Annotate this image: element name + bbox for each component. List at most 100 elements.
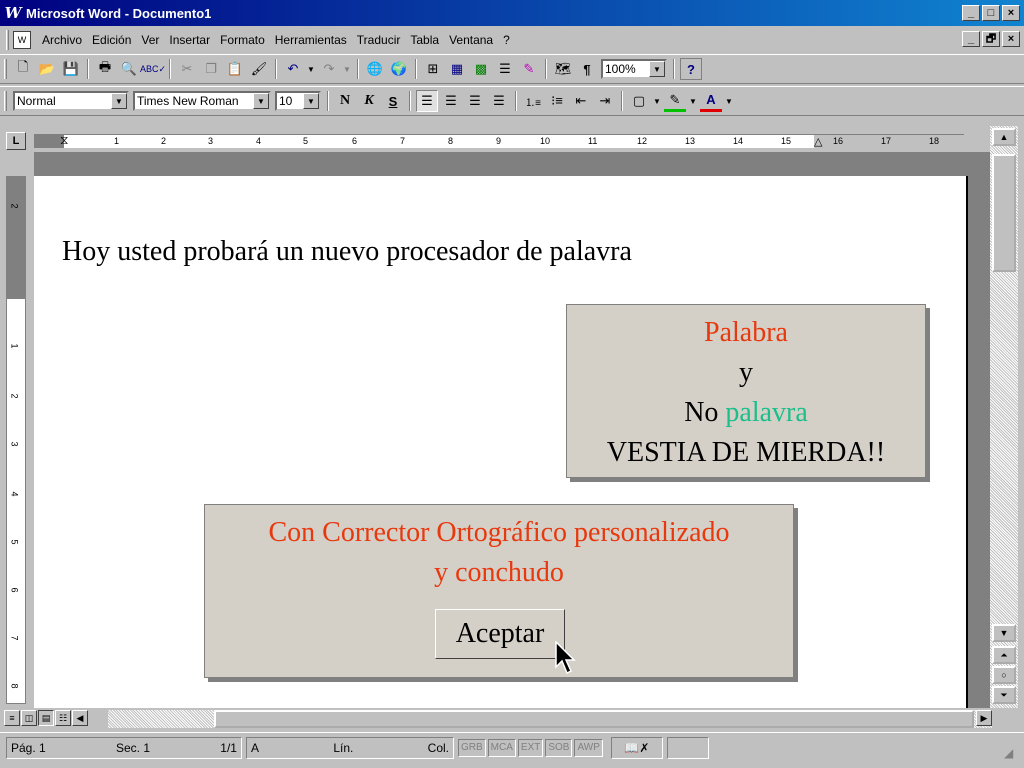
align-left-icon[interactable]: ☰	[416, 90, 438, 112]
menu-help[interactable]: ?	[498, 33, 515, 47]
maximize-button[interactable]: □	[982, 5, 1000, 21]
tables-borders-icon[interactable]: ⊞	[422, 58, 444, 80]
vertical-scroll-thumb[interactable]	[992, 154, 1016, 272]
status-flag-grb[interactable]: GRB	[458, 738, 486, 757]
style-select[interactable]: Normal ▼	[13, 91, 129, 111]
scroll-right-icon[interactable]: ▶	[976, 710, 992, 726]
document-window-buttons: _ 🗗 ×	[962, 31, 1020, 47]
tab-selector-button[interactable]: L	[6, 132, 26, 150]
doc-restore-button[interactable]: 🗗	[982, 31, 1000, 47]
highlight-dropdown-icon[interactable]: ▼	[688, 90, 698, 112]
decrease-indent-icon[interactable]: ⇤	[570, 90, 592, 112]
increase-indent-icon[interactable]: ⇥	[594, 90, 616, 112]
outline-view-icon[interactable]: ☷	[55, 710, 71, 726]
paste-icon[interactable]: 📋	[224, 58, 246, 80]
horizontal-scroll-thumb[interactable]	[214, 710, 974, 728]
document-text[interactable]: Hoy usted probará un nuevo procesador de…	[62, 236, 632, 268]
normal-view-icon[interactable]: ≡	[4, 710, 20, 726]
align-center-icon[interactable]: ☰	[440, 90, 462, 112]
menu-traducir[interactable]: Traducir	[352, 33, 406, 47]
status-flag-mca[interactable]: MCA	[487, 738, 516, 757]
previous-page-icon[interactable]: ⏶	[992, 646, 1016, 664]
bullets-icon[interactable]: ⁝≡	[546, 90, 568, 112]
menu-edicion[interactable]: Edición	[87, 33, 136, 47]
vertical-ruler[interactable]: 2 1 2 3 4 5 6 7 8	[6, 176, 26, 704]
resize-grip-icon[interactable]: ◢	[1004, 746, 1013, 760]
next-page-icon[interactable]: ⏷	[992, 686, 1016, 704]
print-icon[interactable]: 🖶	[94, 58, 116, 80]
vertical-scrollbar[interactable]: ▲ ▼ ⏶ ○ ⏷	[990, 126, 1018, 708]
menu-tabla[interactable]: Tabla	[405, 33, 444, 47]
new-document-icon[interactable]: 🗋	[12, 58, 34, 80]
insert-excel-icon[interactable]: ▩	[470, 58, 492, 80]
italic-button[interactable]: K	[358, 90, 380, 112]
insert-table-icon[interactable]: ▦	[446, 58, 468, 80]
menu-grip[interactable]	[6, 30, 9, 50]
menu-ventana[interactable]: Ventana	[444, 33, 498, 47]
web-toolbar-icon[interactable]: 🌍	[388, 58, 410, 80]
font-color-icon[interactable]: A	[700, 90, 722, 112]
spelling-icon[interactable]: ABC✓	[140, 58, 166, 80]
document-icon[interactable]: W	[13, 31, 31, 49]
help-icon[interactable]: ?	[680, 58, 702, 80]
web-layout-icon[interactable]: ◫	[21, 710, 37, 726]
menu-archivo[interactable]: Archivo	[37, 33, 87, 47]
highlight-icon[interactable]: ✎	[664, 90, 686, 112]
indent-marker-icon[interactable]: ⧖	[60, 135, 68, 148]
horizontal-ruler[interactable]: 1 2 3 4 5 6 7 8 9 10 11 12 13 14 15 16 1…	[34, 134, 964, 148]
copy-icon[interactable]: ❐	[200, 58, 222, 80]
font-select[interactable]: Times New Roman ▼	[133, 91, 271, 111]
align-right-icon[interactable]: ☰	[464, 90, 486, 112]
open-folder-icon[interactable]: 📂	[36, 58, 58, 80]
aceptar-button[interactable]: Aceptar	[435, 609, 565, 659]
menu-formato[interactable]: Formato	[215, 33, 270, 47]
hyperlink-icon[interactable]: 🌐	[364, 58, 386, 80]
horizontal-scrollbar[interactable]	[108, 710, 992, 728]
scroll-up-icon[interactable]: ▲	[992, 128, 1016, 146]
scroll-down-icon[interactable]: ▼	[992, 624, 1016, 642]
columns-icon[interactable]: ☰	[494, 58, 516, 80]
redo-dropdown-icon[interactable]: ▼	[342, 58, 352, 80]
scroll-left-icon[interactable]: ◀	[72, 710, 88, 726]
toolbar-grip[interactable]	[4, 59, 7, 79]
menu-ver[interactable]: Ver	[136, 33, 164, 47]
ruler-number: 17	[881, 136, 892, 146]
drawing-icon[interactable]: ✎	[518, 58, 540, 80]
doc-minimize-button[interactable]: _	[962, 31, 980, 47]
show-hide-icon[interactable]: ¶	[576, 58, 598, 80]
justify-icon[interactable]: ☰	[488, 90, 510, 112]
chevron-down-icon[interactable]: ▼	[111, 93, 127, 109]
underline-button[interactable]: S	[382, 90, 404, 112]
print-preview-icon[interactable]: 🔍	[118, 58, 140, 80]
status-flag-awp[interactable]: AWP	[574, 738, 603, 757]
chevron-down-icon[interactable]: ▼	[253, 93, 269, 109]
save-icon[interactable]: 💾	[60, 58, 82, 80]
font-color-dropdown-icon[interactable]: ▼	[724, 90, 734, 112]
toolbar-grip[interactable]	[4, 91, 7, 111]
chevron-down-icon[interactable]: ▼	[303, 93, 319, 109]
borders-icon[interactable]: ▢	[628, 90, 650, 112]
zoom-select[interactable]: 100% ▼	[601, 59, 667, 79]
cut-icon[interactable]: ✂	[176, 58, 198, 80]
print-layout-icon[interactable]: ▤	[38, 710, 54, 726]
redo-icon[interactable]: ↷	[318, 58, 340, 80]
document-map-icon[interactable]: 🗺	[552, 58, 574, 80]
chevron-down-icon[interactable]: ▼	[649, 61, 665, 77]
minimize-button[interactable]: _	[962, 5, 980, 21]
status-flag-sob[interactable]: SOB	[545, 738, 573, 757]
format-painter-icon[interactable]: 🖌	[248, 58, 270, 80]
status-flag-ext[interactable]: EXT	[517, 738, 544, 757]
doc-close-button[interactable]: ×	[1002, 31, 1020, 47]
numbering-icon[interactable]: ⒈≡	[522, 90, 544, 112]
menu-herramientas[interactable]: Herramientas	[270, 33, 352, 47]
font-size-select[interactable]: 10 ▼	[275, 91, 321, 111]
right-indent-marker-icon[interactable]: △	[814, 135, 822, 148]
bold-button[interactable]: N	[334, 90, 356, 112]
undo-dropdown-icon[interactable]: ▼	[306, 58, 316, 80]
close-button[interactable]: ×	[1002, 5, 1020, 21]
spelling-status-icon[interactable]: 📖✗	[610, 736, 663, 759]
undo-icon[interactable]: ↶	[282, 58, 304, 80]
menu-insertar[interactable]: Insertar	[164, 33, 215, 47]
browse-object-icon[interactable]: ○	[992, 666, 1016, 684]
borders-dropdown-icon[interactable]: ▼	[652, 90, 662, 112]
